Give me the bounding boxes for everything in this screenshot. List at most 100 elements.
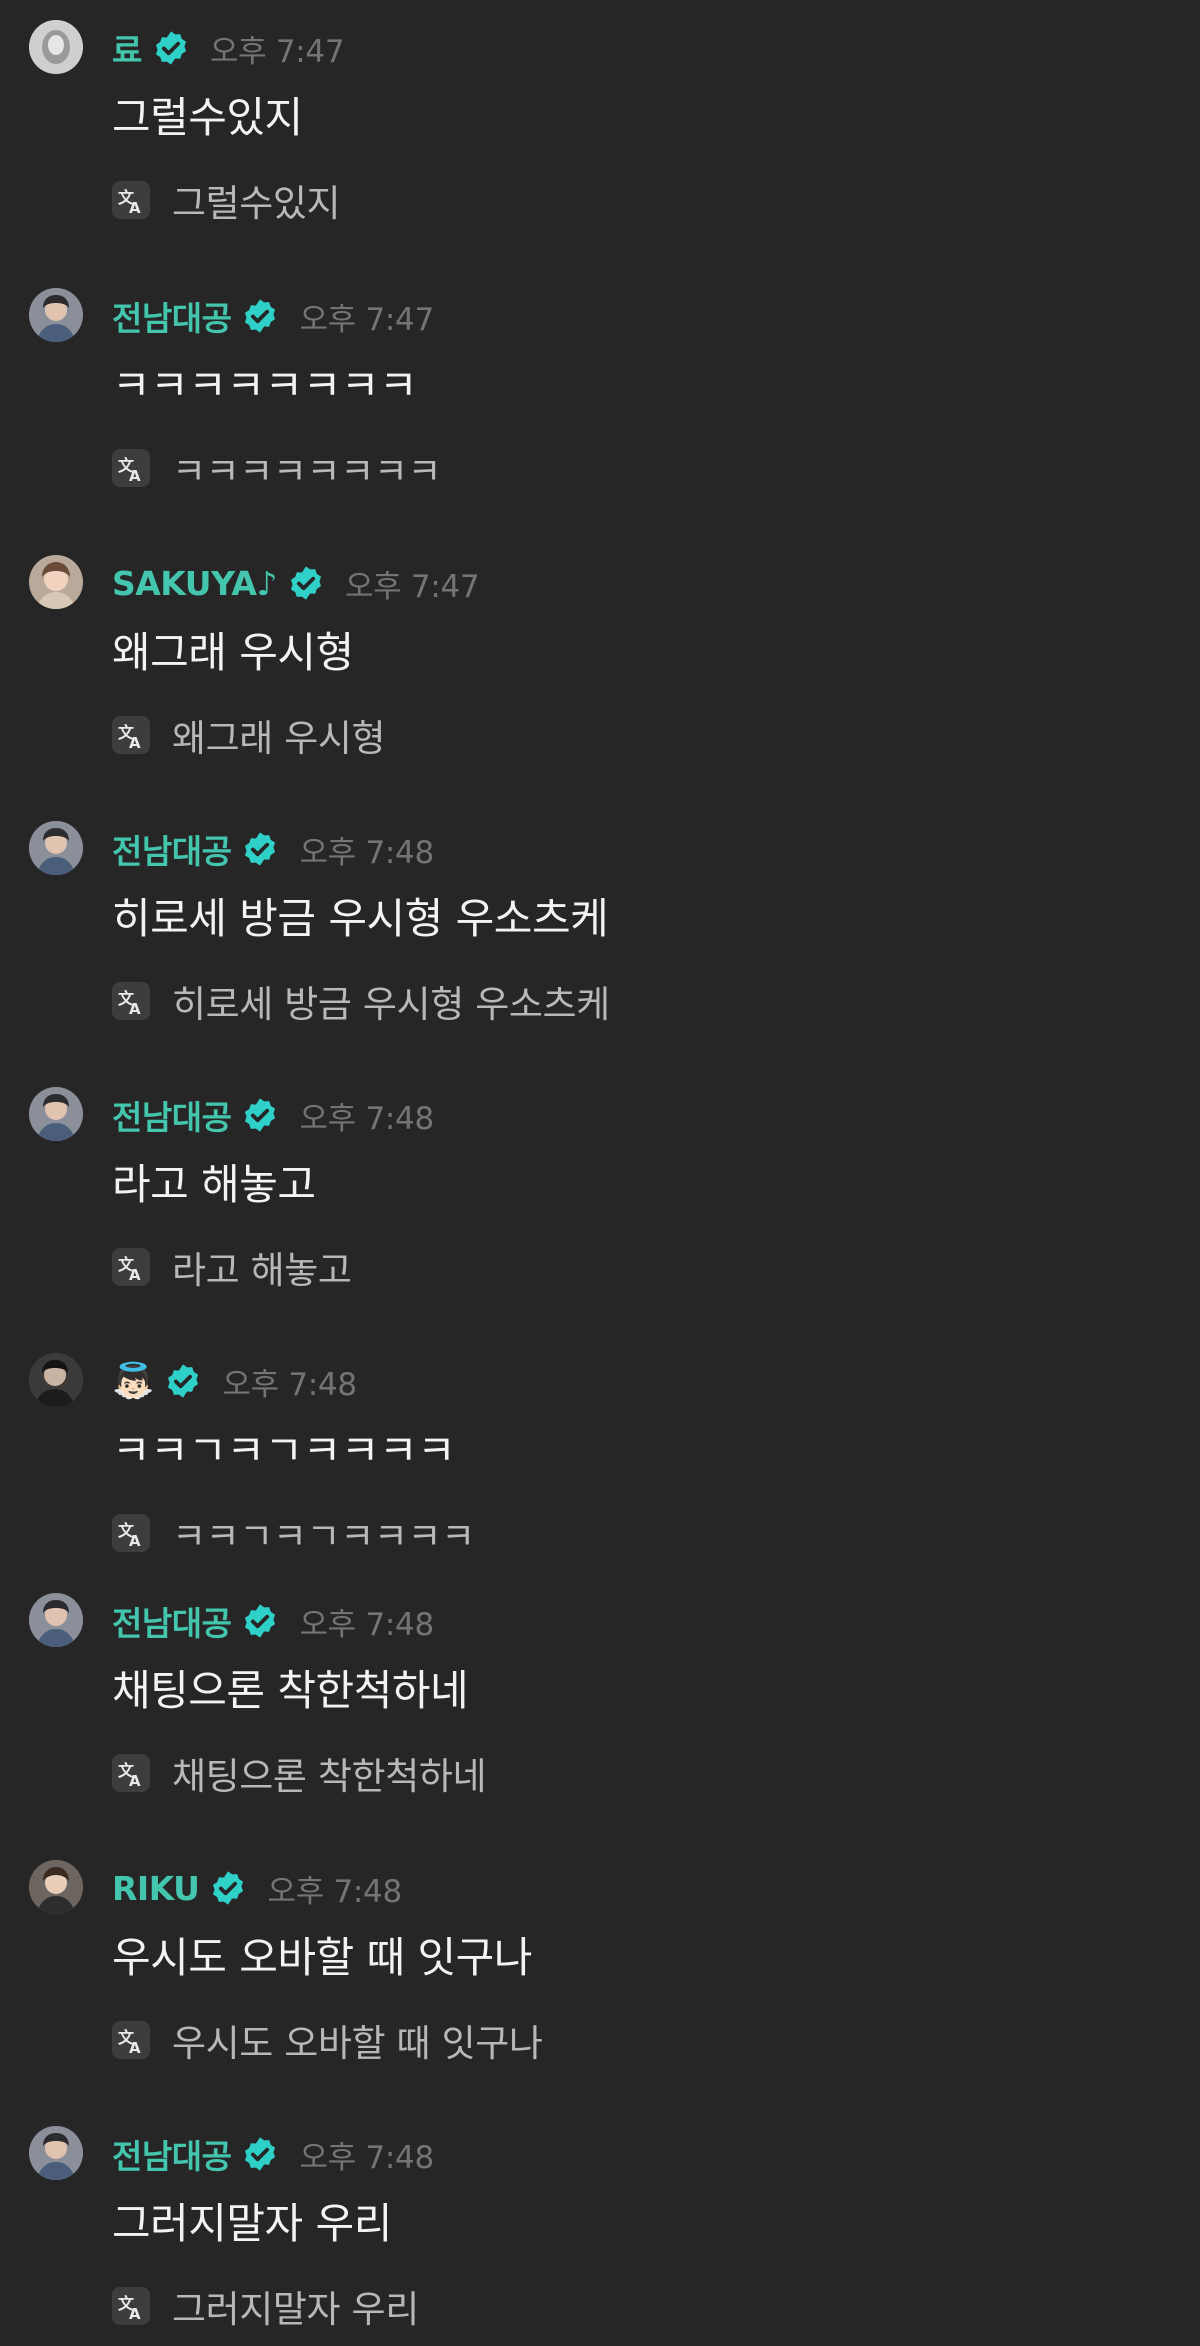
avatar-person-icon <box>29 1860 83 1914</box>
username[interactable]: 전남대공 <box>112 1597 232 1645</box>
message-text: ㅋㅋㅋㅋㅋㅋㅋㅋ <box>112 361 418 410</box>
message-header: SAKUYA♪ 오후 7:47 <box>112 557 480 609</box>
message-text: 우시도 오바할 때 잇구나 <box>112 1933 532 1982</box>
svg-text:A: A <box>129 467 141 485</box>
message-header: 전남대공 오후 7:47 <box>112 290 434 342</box>
verified-badge-icon <box>164 1362 202 1400</box>
message-item: 전남대공 오후 7:47 ㅋㅋㅋㅋㅋㅋㅋㅋ 文A ㅋㅋㅋㅋㅋㅋㅋㅋ <box>0 268 1200 508</box>
translation-row: 文A 왜그래 우시형 <box>112 711 386 760</box>
timestamp: 오후 7:48 <box>299 834 434 871</box>
message-text: 채팅으론 착한척하네 <box>112 1666 469 1715</box>
message-item: 전남대공 오후 7:48 라고 해놓고 文A 라고 해놓고 <box>0 1067 1200 1307</box>
avatar-person-icon <box>29 288 83 342</box>
username[interactable]: 전남대공 <box>112 2130 232 2178</box>
avatar-person-icon <box>29 2126 83 2180</box>
message-text: 라고 해놓고 <box>112 1160 316 1209</box>
verified-badge-icon <box>241 1602 279 1640</box>
avatar[interactable] <box>29 555 83 609</box>
message-item: 전남대공 오후 7:48 채팅으론 착한척하네 文A 채팅으론 착한척하네 <box>0 1573 1200 1813</box>
verified-badge-icon <box>241 2135 279 2173</box>
translation-row: 文A 채팅으론 착한척하네 <box>112 1749 487 1798</box>
timestamp: 오후 7:47 <box>209 33 345 70</box>
avatar-person-icon <box>29 821 83 875</box>
translate-icon[interactable]: 文A <box>112 449 150 487</box>
username[interactable]: 전남대공 <box>112 292 232 340</box>
svg-text:A: A <box>129 1000 141 1018</box>
svg-text:A: A <box>129 1532 141 1550</box>
verified-badge-icon <box>287 564 325 602</box>
translate-icon[interactable]: 文A <box>112 1248 150 1286</box>
avatar-light-icon <box>29 20 83 74</box>
verified-badge-icon <box>241 297 279 335</box>
message-header: 전남대공 오후 7:48 <box>112 1089 434 1141</box>
avatar-dark-icon <box>29 1353 83 1407</box>
verified-badge-icon <box>241 1096 279 1134</box>
timestamp: 오후 7:48 <box>267 1873 402 1910</box>
translation-row: 文A ㅋㅋㄱㅋㄱㅋㅋㅋㅋ <box>112 1509 475 1558</box>
message-header: 👼🏻 오후 7:48 <box>112 1355 357 1407</box>
username[interactable]: 료 <box>112 24 142 72</box>
message-header: 전남대공 오후 7:48 <box>112 823 434 875</box>
message-item: 전남대공 오후 7:48 그러지말자 우리 文A 그러지말자 우리 <box>0 2106 1200 2346</box>
avatar[interactable] <box>29 1353 83 1407</box>
svg-text:A: A <box>129 1266 141 1284</box>
translate-icon[interactable]: 文A <box>112 1754 150 1792</box>
translation-text: 채팅으론 착한척하네 <box>172 1755 487 1798</box>
translation-text: 우시도 오바할 때 잇구나 <box>172 2022 543 2065</box>
translation-row: 文A 라고 해놓고 <box>112 1243 352 1292</box>
translation-row: 文A 우시도 오바할 때 잇구나 <box>112 2016 543 2065</box>
avatar[interactable] <box>29 288 83 342</box>
svg-text:A: A <box>129 2305 141 2323</box>
username[interactable]: 전남대공 <box>112 825 232 873</box>
username[interactable]: SAKUYA♪ <box>112 564 277 603</box>
avatar-person-icon <box>29 1087 83 1141</box>
message-item: 전남대공 오후 7:48 히로세 방금 우시형 우소츠케 文A 히로세 방금 우… <box>0 801 1200 1041</box>
svg-text:A: A <box>129 2039 141 2057</box>
message-text: 그럴수있지 <box>112 93 303 142</box>
avatar[interactable] <box>29 821 83 875</box>
avatar[interactable] <box>29 1860 83 1914</box>
translate-icon[interactable]: 文A <box>112 982 150 1020</box>
translation-text: ㅋㅋㄱㅋㄱㅋㅋㅋㅋ <box>172 1515 475 1558</box>
message-header: 료 오후 7:47 <box>112 22 345 74</box>
translate-icon[interactable]: 文A <box>112 716 150 754</box>
timestamp: 오후 7:48 <box>299 1606 434 1643</box>
message-item: SAKUYA♪ 오후 7:47 왜그래 우시형 文A 왜그래 우시형 <box>0 535 1200 775</box>
svg-text:A: A <box>129 199 141 217</box>
translate-icon[interactable]: 文A <box>112 2021 150 2059</box>
message-item: RIKU 오후 7:48 우시도 오바할 때 잇구나 文A 우시도 오바할 때 … <box>0 1840 1200 2080</box>
message-header: 전남대공 오후 7:48 <box>112 2128 434 2180</box>
translation-text: 그럴수있지 <box>172 182 341 225</box>
message-header: RIKU 오후 7:48 <box>112 1862 402 1914</box>
translation-row: 文A 히로세 방금 우시형 우소츠케 <box>112 977 610 1026</box>
avatar[interactable] <box>29 20 83 74</box>
username[interactable]: 👼🏻 <box>112 1364 154 1398</box>
message-feed: 료 오후 7:47 그럴수있지 文A 그럴수있지 전남대공 오후 7:47 ㅋㅋ… <box>0 0 1200 2336</box>
message-item: 👼🏻 오후 7:48 ㅋㅋㄱㅋㄱㅋㅋㅋㅋ 文A ㅋㅋㄱㅋㄱㅋㅋㅋㅋ <box>0 1333 1200 1573</box>
translation-row: 文A ㅋㅋㅋㅋㅋㅋㅋㅋ <box>112 444 442 493</box>
avatar-person-icon <box>29 555 83 609</box>
timestamp: 오후 7:47 <box>344 568 480 605</box>
message-text: ㅋㅋㄱㅋㄱㅋㅋㅋㅋ <box>112 1426 456 1475</box>
svg-text:A: A <box>129 1772 141 1790</box>
translation-text: 그러지말자 우리 <box>172 2288 419 2331</box>
username[interactable]: RIKU <box>112 1869 200 1908</box>
avatar[interactable] <box>29 1593 83 1647</box>
translate-icon[interactable]: 文A <box>112 181 150 219</box>
message-text: 그러지말자 우리 <box>112 2199 392 2248</box>
timestamp: 오후 7:48 <box>299 2139 434 2176</box>
timestamp: 오후 7:48 <box>222 1366 357 1403</box>
translate-icon[interactable]: 文A <box>112 2287 150 2325</box>
translate-icon[interactable]: 文A <box>112 1514 150 1552</box>
message-item: 료 오후 7:47 그럴수있지 文A 그럴수있지 <box>0 0 1200 240</box>
username[interactable]: 전남대공 <box>112 1091 232 1139</box>
translation-row: 文A 그러지말자 우리 <box>112 2282 419 2331</box>
avatar[interactable] <box>29 1087 83 1141</box>
translation-text: ㅋㅋㅋㅋㅋㅋㅋㅋ <box>172 450 442 493</box>
avatar-person-icon <box>29 1593 83 1647</box>
message-text: 왜그래 우시형 <box>112 628 354 677</box>
verified-badge-icon <box>241 830 279 868</box>
translation-text: 히로세 방금 우시형 우소츠케 <box>172 983 610 1026</box>
avatar[interactable] <box>29 2126 83 2180</box>
verified-badge-icon <box>152 29 190 67</box>
